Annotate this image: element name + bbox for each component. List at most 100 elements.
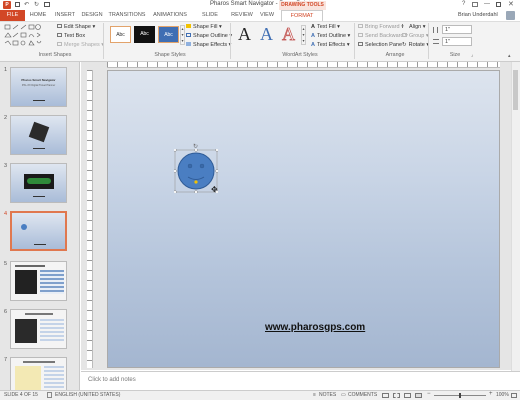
thumb-image xyxy=(15,319,37,343)
ribbon-divider xyxy=(230,23,231,59)
size-group-label: Size xyxy=(449,52,461,58)
send-backward-button[interactable]: Send Backward ▾ xyxy=(358,33,408,39)
rotate-handle-icon[interactable]: ↻ xyxy=(193,143,198,150)
tab-home[interactable]: HOME xyxy=(27,10,49,21)
status-bar: SLIDE 4 OF 15 ENGLISH (UNITED STATES) ≡ … xyxy=(0,390,520,400)
wordart-style-black[interactable]: A xyxy=(238,24,251,45)
fit-to-window-icon[interactable] xyxy=(511,393,517,398)
thumb-line xyxy=(33,100,45,101)
slide-thumbnail-panel[interactable]: 1 Pharos Smart Navigator PXL-XX Digital … xyxy=(0,62,80,390)
send-backward-label: Send Backward xyxy=(365,33,404,39)
slide-thumbnail-6[interactable] xyxy=(10,309,67,349)
align-icon xyxy=(402,24,407,28)
height-input[interactable]: 1" xyxy=(442,25,472,34)
slide-thumbnail-3[interactable] xyxy=(10,163,67,203)
tab-slide-show[interactable]: SLIDE SHOW xyxy=(193,10,227,29)
shape-styles-group-label: Shape Styles xyxy=(154,52,186,58)
merge-shapes-button[interactable]: Merge Shapes ▾ xyxy=(57,42,104,48)
collapse-ribbon-icon[interactable]: ▴ xyxy=(508,53,511,59)
tab-format[interactable]: FORMAT xyxy=(281,10,323,21)
user-name[interactable]: Brian Underdahl xyxy=(458,12,498,18)
tab-animations[interactable]: ANIMATIONS xyxy=(151,10,189,21)
ribbon-display-icon[interactable] xyxy=(472,2,478,7)
language-indicator[interactable]: ENGLISH (UNITED STATES) xyxy=(55,392,120,398)
user-avatar[interactable] xyxy=(506,11,515,20)
restore-button[interactable] xyxy=(496,2,501,7)
text-effects-button[interactable]: A Text Effects ▾ xyxy=(311,42,350,48)
size-dialog-launcher-icon[interactable]: ⌟ xyxy=(471,52,473,58)
shape-effects-button[interactable]: Shape Effects ▾ xyxy=(186,42,231,48)
wordart-style-outline[interactable]: A xyxy=(282,24,296,45)
merge-shapes-label: Merge Shapes xyxy=(64,42,100,48)
edit-shape-label: Edit Shape xyxy=(64,24,91,30)
shapes-gallery[interactable] xyxy=(3,23,43,49)
comments-toggle[interactable]: COMMENTS xyxy=(348,392,377,398)
wordart-styles-group-label: WordArt Styles xyxy=(282,52,318,58)
bring-forward-icon xyxy=(358,24,363,28)
thumb-circle xyxy=(21,224,27,230)
minimize-button[interactable]: — xyxy=(484,1,490,7)
shapes-gallery-icons xyxy=(4,24,42,46)
edit-shape-button[interactable]: Edit Shape ▾ xyxy=(57,24,95,30)
slide-thumbnail-4[interactable] xyxy=(10,211,67,251)
shape-fill-icon xyxy=(186,24,191,28)
wordart-style-blue[interactable]: A xyxy=(260,24,273,45)
notes-pane[interactable]: Click to add notes xyxy=(81,371,520,389)
thumb-line xyxy=(33,148,45,149)
notes-toggle[interactable]: NOTES xyxy=(319,392,336,398)
shape-effects-icon xyxy=(186,42,191,46)
thumb-image-detail xyxy=(27,178,51,184)
slide-number: 5 xyxy=(4,261,8,267)
arrange-group-label: Arrange xyxy=(385,52,405,58)
thumb-header xyxy=(23,361,55,363)
slide-number: 7 xyxy=(4,357,8,363)
slide-url-text[interactable]: www.pharosgps.com xyxy=(265,322,365,333)
zoom-level[interactable]: 100% xyxy=(496,392,509,398)
normal-view-icon[interactable] xyxy=(382,393,389,398)
selection-pane-button[interactable]: Selection Pane xyxy=(358,42,402,48)
width-input[interactable]: 1" xyxy=(442,37,472,46)
shape-fill-button[interactable]: Shape Fill ▾ xyxy=(186,24,222,30)
slide-thumbnail-1[interactable]: Pharos Smart Navigator PXL-XX Digital Tr… xyxy=(10,67,67,107)
shape-styles-more-icon[interactable]: ▴ ▾ ▾ xyxy=(180,25,185,45)
slide-thumbnail-2[interactable] xyxy=(10,115,67,155)
text-box-button[interactable]: Text Box xyxy=(57,33,85,39)
reading-view-icon[interactable] xyxy=(404,393,411,398)
spell-check-icon[interactable] xyxy=(47,392,52,398)
slideshow-view-icon[interactable] xyxy=(415,393,422,398)
tab-transitions[interactable]: TRANSITIONS xyxy=(108,10,146,21)
ribbon-divider xyxy=(103,23,104,59)
shape-effects-label: Shape Effects xyxy=(193,42,228,48)
text-fill-button[interactable]: A Text Fill ▾ xyxy=(311,24,340,30)
shape-style-swatch-3[interactable]: Abc xyxy=(158,26,179,43)
slide-sorter-icon[interactable] xyxy=(393,393,400,398)
align-button[interactable]: Align ▾ xyxy=(402,24,426,30)
tab-review[interactable]: REVIEW xyxy=(230,10,254,21)
tab-insert[interactable]: INSERT xyxy=(53,10,77,21)
slide-thumbnail-5[interactable] xyxy=(10,261,67,301)
merge-shapes-icon xyxy=(57,42,62,46)
help-icon[interactable]: ? xyxy=(462,1,465,7)
wordart-more-icon[interactable]: ▴ ▾ ▾ xyxy=(301,25,306,45)
horizontal-ruler xyxy=(107,62,500,68)
shape-style-swatch-1[interactable]: Abc xyxy=(110,26,131,43)
scroll-thumb[interactable] xyxy=(513,70,518,110)
text-box-icon xyxy=(57,33,62,37)
slide-thumbnail-7[interactable] xyxy=(10,357,67,390)
zoom-in-button[interactable]: + xyxy=(489,391,493,397)
tab-file[interactable]: FILE xyxy=(0,10,25,21)
thumb-header xyxy=(15,265,45,267)
close-button[interactable]: ✕ xyxy=(508,0,514,8)
shape-outline-button[interactable]: Shape Outline ▾ xyxy=(186,33,232,39)
group-button[interactable]: Group ▾ xyxy=(402,33,429,39)
zoom-slider-thumb[interactable] xyxy=(459,393,461,398)
text-outline-button[interactable]: A Text Outline ▾ xyxy=(311,33,350,39)
window-title: Pharos Smart Navigator - PowerPoint xyxy=(209,1,311,7)
rotate-button[interactable]: ↻ Rotate ▾ xyxy=(402,42,429,48)
bring-forward-button[interactable]: Bring Forward ▾ xyxy=(358,24,404,30)
group-icon xyxy=(402,33,407,37)
tab-view[interactable]: VIEW xyxy=(257,10,277,21)
shape-style-swatch-2[interactable]: Abc xyxy=(134,26,155,43)
tab-design[interactable]: DESIGN xyxy=(80,10,104,21)
zoom-out-button[interactable]: − xyxy=(427,391,431,397)
